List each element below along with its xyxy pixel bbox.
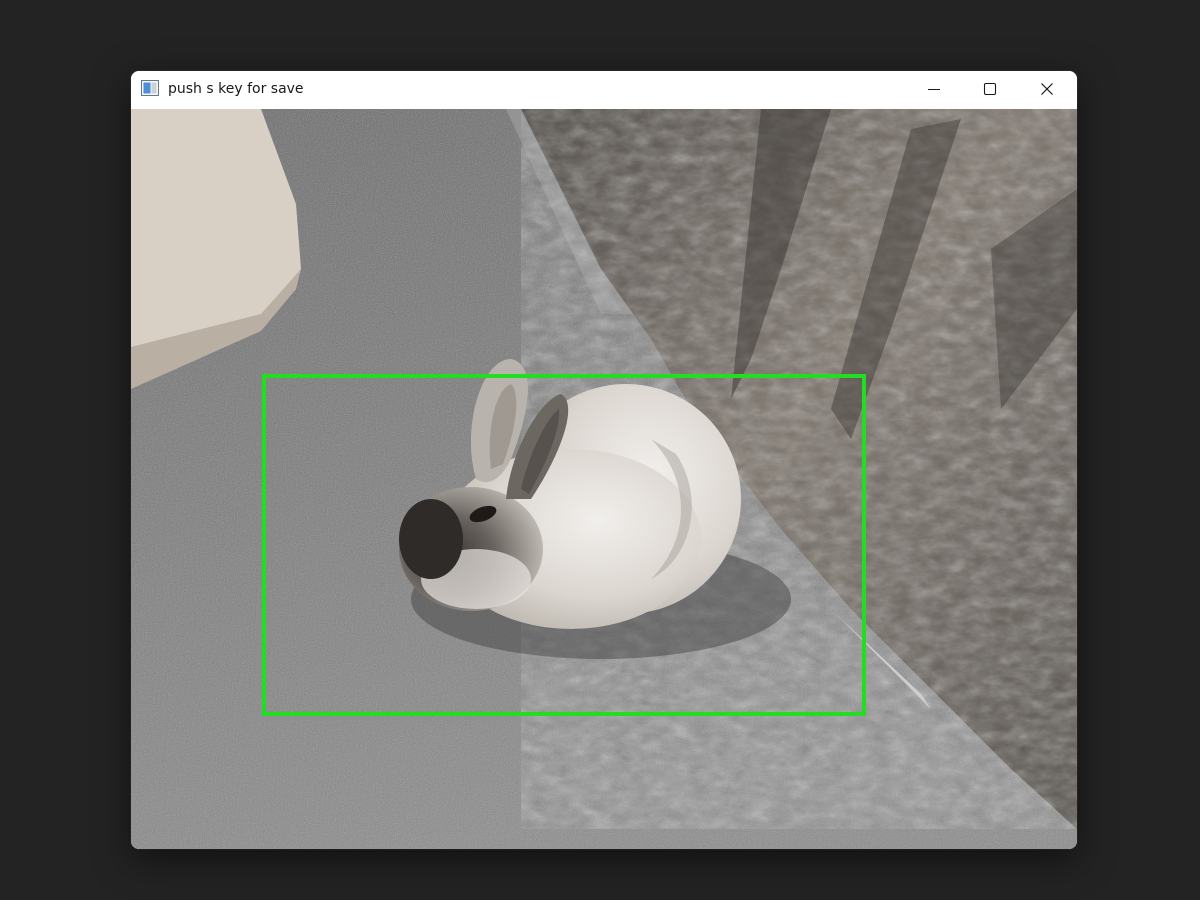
close-button[interactable]: [1019, 71, 1075, 107]
minimize-icon: [928, 88, 940, 91]
close-icon: [1041, 83, 1053, 95]
app-icon: [141, 80, 159, 96]
image-canvas[interactable]: [131, 109, 1077, 849]
title-bar[interactable]: push s key for save: [131, 71, 1077, 109]
minimize-button[interactable]: [906, 71, 962, 107]
app-window: push s key for save: [131, 71, 1077, 849]
maximize-icon: [983, 82, 997, 96]
maximize-button[interactable]: [962, 71, 1018, 107]
window-title: push s key for save: [168, 81, 304, 97]
photo: [131, 109, 1077, 849]
